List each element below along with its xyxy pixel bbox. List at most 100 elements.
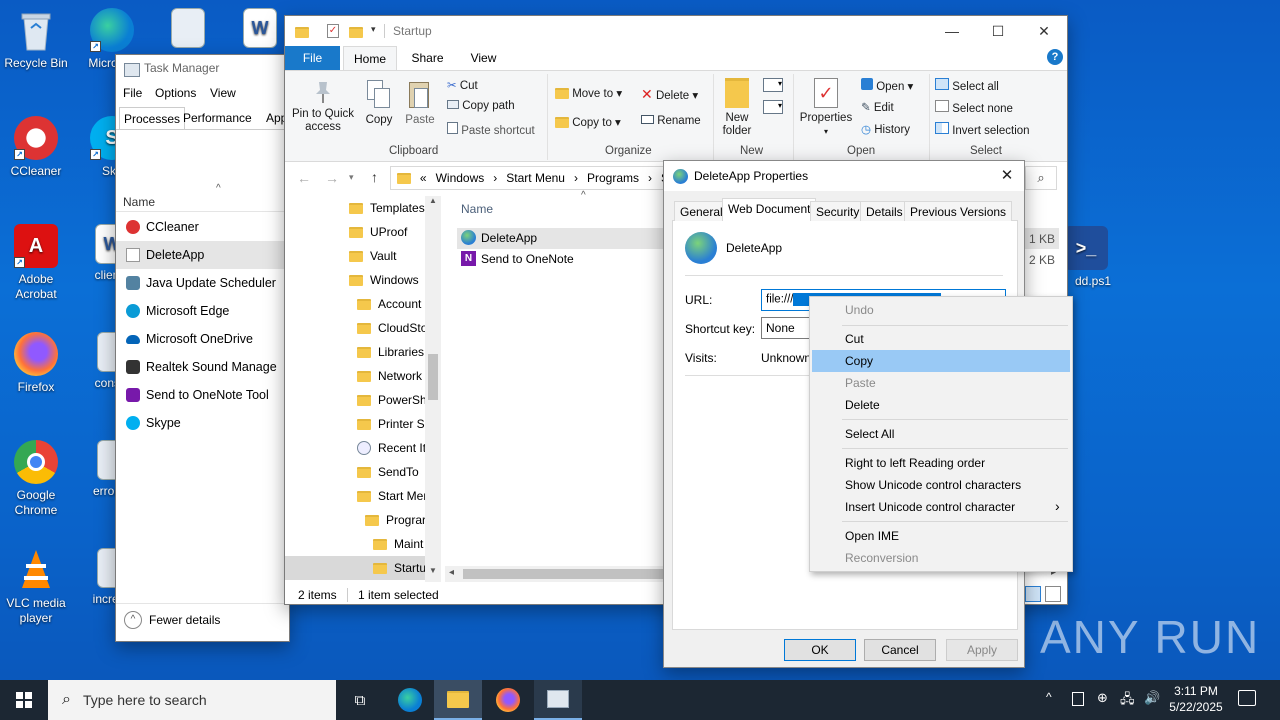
menu-item-rtl-reading[interactable]: Right to left Reading order (812, 452, 1070, 474)
tm-row-edge[interactable]: Microsoft Edge (116, 297, 286, 325)
fewer-details-link[interactable]: Fewer details (149, 613, 220, 627)
copy-to-button[interactable]: Copy to ▾ (555, 115, 621, 129)
tm-menu-options[interactable]: Options (155, 86, 196, 100)
tree-item-powershell[interactable]: PowerSh (357, 388, 427, 412)
tree-item-start-menu[interactable]: Start Mer (357, 484, 427, 508)
menu-item-select-all[interactable]: Select All (812, 423, 1070, 445)
breadcrumb-overflow[interactable]: « (420, 171, 427, 185)
tab-home[interactable]: Home (343, 46, 397, 71)
scroll-up-icon[interactable]: ▲ (425, 196, 441, 212)
properties-quick-icon[interactable]: ✓ (327, 24, 339, 38)
tab-previous-versions[interactable]: Previous Versions (904, 201, 1013, 221)
edit-button[interactable]: ✎ Edit (861, 100, 894, 114)
clock[interactable]: 3:11 PM 5/22/2025 (1160, 683, 1232, 715)
menu-item-undo[interactable]: Undo (812, 299, 1070, 321)
tray-overflow-icon[interactable]: ^ (1046, 690, 1052, 704)
file-row-deleteapp[interactable]: DeleteApp (461, 230, 537, 245)
invert-selection-button[interactable]: Invert selection (935, 122, 1030, 137)
tree-item-recent[interactable]: Recent It (357, 436, 426, 460)
paste-shortcut-button[interactable]: Paste shortcut (447, 122, 535, 137)
taskbar-task-manager[interactable] (534, 680, 582, 720)
dialog-close-button[interactable]: ✕ (996, 166, 1018, 186)
details-view-icon[interactable] (1025, 586, 1041, 602)
tree-item-vault[interactable]: Vault (349, 244, 396, 268)
tree-scroll-thumb[interactable] (428, 354, 438, 400)
tm-row-skype[interactable]: Skype (116, 409, 286, 437)
taskbar-explorer[interactable] (434, 680, 482, 720)
address-bar[interactable]: « Windows› Start Menu› Programs› S (390, 166, 670, 190)
file-hscroll-thumb[interactable] (463, 569, 663, 579)
paste-button[interactable]: Paste (401, 80, 439, 127)
file-hscrollbar[interactable]: ◂ (445, 566, 667, 582)
tree-scrollbar[interactable]: ▲ ▼ (425, 196, 441, 582)
tray-network-share-icon[interactable]: ⊕ (1097, 690, 1108, 706)
recent-dropdown-icon[interactable]: ▾ (349, 172, 354, 183)
cut-button[interactable]: ✂ Cut (447, 78, 478, 92)
tab-security[interactable]: Security (810, 201, 866, 221)
forward-arrow-icon[interactable]: → (325, 170, 339, 186)
tray-volume-icon[interactable]: 🔊 (1144, 690, 1160, 706)
tree-item-account[interactable]: Account (357, 292, 421, 316)
tab-general[interactable]: General (674, 201, 729, 221)
open-button[interactable]: Open ▾ (861, 78, 913, 93)
up-arrow-icon[interactable]: ↑ (371, 169, 378, 185)
tree-item-cloudstore[interactable]: CloudSto (357, 316, 427, 340)
tree-item-network[interactable]: Network (357, 364, 422, 388)
taskbar-firefox[interactable] (484, 680, 532, 720)
menu-item-paste[interactable]: Paste (812, 372, 1070, 394)
delete-button[interactable]: ✕ Delete ▾ (641, 86, 698, 103)
breadcrumb-windows[interactable]: Windows (436, 171, 485, 185)
tree-item-uproof[interactable]: UProof (349, 220, 407, 244)
task-view-button[interactable]: ⧉ (336, 680, 384, 720)
scroll-left-icon[interactable]: ◂ (449, 567, 454, 578)
desktop-icon-ccleaner[interactable]: ↗ CCleaner (0, 116, 72, 179)
history-button[interactable]: ◷ History (861, 122, 910, 136)
search-box[interactable]: ⌕ (1025, 166, 1057, 190)
desktop-icon-chrome[interactable]: Google Chrome (0, 440, 72, 518)
large-icons-view-icon[interactable] (1045, 586, 1061, 602)
menu-item-delete[interactable]: Delete (812, 394, 1070, 416)
tm-row-realtek[interactable]: Realtek Sound Manage (116, 353, 286, 381)
desktop-icon-recycle-bin[interactable]: Recycle Bin (0, 8, 72, 71)
tm-row-deleteapp[interactable]: DeleteApp (116, 241, 286, 269)
copy-path-button[interactable]: Copy path (447, 100, 515, 112)
tree-item-printer[interactable]: Printer Sl (357, 412, 427, 436)
tree-item-startup[interactable]: Startu (373, 556, 426, 580)
menu-item-show-unicode[interactable]: Show Unicode control characters (812, 474, 1070, 496)
tm-tab-processes[interactable]: Processes (119, 107, 186, 129)
tm-row-java[interactable]: Java Update Scheduler (116, 269, 286, 297)
new-folder-quick-icon[interactable] (349, 25, 363, 39)
tree-item-programs[interactable]: Prograr (365, 508, 426, 532)
tm-row-onedrive[interactable]: Microsoft OneDrive (116, 325, 286, 353)
desktop-icon-file-1[interactable] (152, 8, 224, 52)
desktop-icon-vlc[interactable]: VLC media player (0, 548, 72, 626)
tray-device-icon[interactable] (1072, 692, 1084, 706)
cancel-button[interactable]: Cancel (864, 639, 936, 661)
maximize-button[interactable]: ☐ (975, 16, 1021, 46)
quick-access-dropdown-icon[interactable]: ▾ (371, 24, 376, 35)
menu-item-open-ime[interactable]: Open IME (812, 525, 1070, 547)
notification-icon[interactable] (1238, 690, 1256, 706)
tab-details[interactable]: Details (860, 201, 909, 221)
tab-share[interactable]: Share (405, 46, 450, 70)
tm-tab-performance[interactable]: Performance (183, 111, 252, 125)
tm-menu-file[interactable]: File (123, 86, 142, 100)
new-item-icon[interactable]: ▾ (763, 78, 783, 92)
move-to-button[interactable]: Move to ▾ (555, 86, 622, 100)
apply-button[interactable]: Apply (946, 639, 1018, 661)
tab-file[interactable]: File (285, 46, 340, 70)
tree-item-libraries[interactable]: Libraries (357, 340, 424, 364)
breadcrumb-start-menu[interactable]: Start Menu (506, 171, 565, 185)
pin-quick-access-button[interactable]: Pin to Quick access (291, 80, 355, 134)
file-column-name[interactable]: Name (461, 202, 493, 216)
tray-network-icon[interactable]: 🖧 (1120, 690, 1135, 712)
tm-menu-view[interactable]: View (210, 86, 236, 100)
scroll-down-icon[interactable]: ▼ (425, 566, 441, 582)
desktop-icon-firefox[interactable]: Firefox (0, 332, 72, 395)
tm-column-name[interactable]: Name (123, 195, 155, 209)
tm-row-ccleaner[interactable]: CCleaner (116, 213, 286, 241)
desktop-icon-acrobat[interactable]: A ↗ Adobe Acrobat (0, 224, 72, 302)
copy-button[interactable]: Copy (361, 80, 397, 127)
tab-web-document[interactable]: Web Document (722, 198, 817, 221)
rename-button[interactable]: Rename (641, 115, 701, 127)
